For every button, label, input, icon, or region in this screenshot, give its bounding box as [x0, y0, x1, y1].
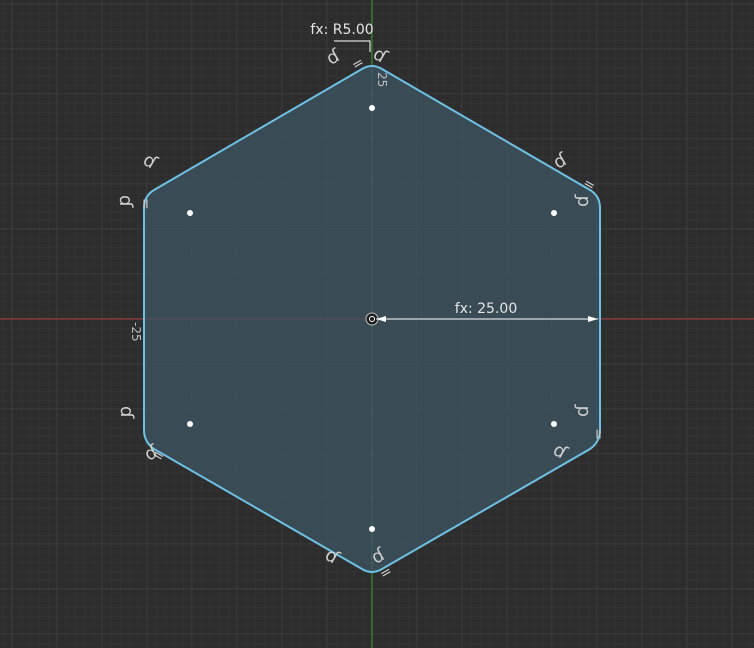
tangent-constraint-icon[interactable]: ɗ [572, 194, 593, 207]
svg-text:ɗ: ɗ [116, 406, 137, 419]
axis-label-top: 25 [375, 72, 389, 87]
svg-text:ɗ: ɗ [572, 404, 593, 417]
linear-dimension-label[interactable]: fx: 25.00 [455, 301, 517, 317]
svg-text:=: = [137, 198, 153, 210]
radius-dimension-label[interactable]: fx: R5.00 [310, 22, 373, 38]
sketch-canvas[interactable]: fx: 25.00 fx: R5.00 25 -25 ɗ ɗ ɗ ɗ ɗ ɗ ɗ… [0, 0, 754, 648]
arc-center-point[interactable] [551, 421, 557, 427]
arc-center-point[interactable] [551, 210, 557, 216]
axis-label-left: -25 [129, 322, 143, 342]
arc-center-point[interactable] [369, 526, 375, 532]
equal-constraint-icon[interactable]: = [591, 428, 607, 440]
equal-constraint-icon[interactable]: = [137, 198, 153, 210]
tangent-constraint-icon[interactable]: ɗ [116, 406, 137, 419]
tangent-constraint-icon[interactable]: ɗ [572, 404, 593, 417]
arc-center-point[interactable] [187, 210, 193, 216]
arc-center-point[interactable] [187, 421, 193, 427]
tangent-constraint-icon[interactable]: ɗ [115, 195, 136, 208]
svg-text:=: = [591, 428, 607, 440]
svg-text:ɗ: ɗ [115, 195, 136, 208]
arc-center-point[interactable] [369, 105, 375, 111]
svg-text:ɗ: ɗ [572, 194, 593, 207]
